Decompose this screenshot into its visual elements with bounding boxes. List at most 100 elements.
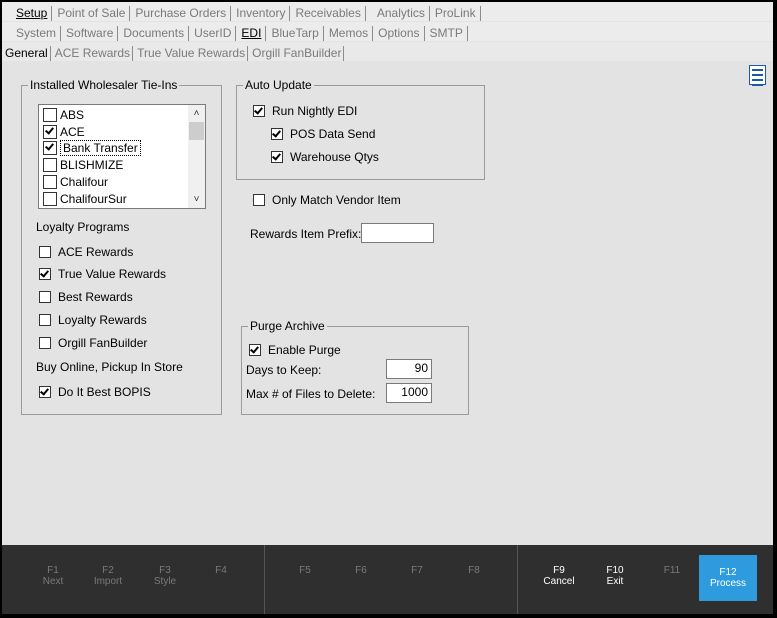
f11-button[interactable]: F11	[652, 565, 692, 576]
list-item-ace[interactable]: ACE	[43, 124, 85, 140]
menu-analytics[interactable]: Analytics	[373, 6, 430, 21]
checkbox-run-nightly-edi[interactable]: Run Nightly EDI	[253, 104, 357, 118]
list-item-chalifoursur[interactable]: ChalifourSur	[43, 191, 127, 207]
wholesaler-group-title: Installed Wholesaler Tie-Ins	[28, 78, 180, 92]
checkbox[interactable]	[271, 151, 283, 163]
checkbox-ace-rewards[interactable]: ACE Rewards	[39, 245, 133, 259]
f12-process-button[interactable]: F12 Process	[699, 555, 757, 601]
checkbox[interactable]	[43, 141, 57, 155]
list-item-bank-transfer[interactable]: Bank Transfer	[43, 140, 141, 156]
f5-key: F5	[299, 565, 311, 576]
menu-setup[interactable]: Setup	[12, 6, 53, 21]
tab-smtp[interactable]: SMTP	[426, 26, 468, 41]
menu-receivables[interactable]: Receivables	[291, 6, 366, 21]
f12-key: F12	[719, 567, 737, 578]
checkbox-best-rewards[interactable]: Best Rewards	[39, 290, 133, 304]
list-item-chalifour[interactable]: Chalifour	[43, 174, 108, 190]
menu-inventory[interactable]: Inventory	[232, 6, 291, 21]
list-item-label: ChalifourSur	[60, 192, 127, 206]
f5-button[interactable]: F5	[285, 565, 325, 576]
tab-options[interactable]: Options	[374, 26, 425, 41]
checkbox[interactable]	[39, 268, 51, 280]
chevron-up-icon[interactable]: ˄	[188, 105, 205, 122]
list-item-blishmize[interactable]: BLISHMIZE	[43, 157, 123, 173]
tab-edi[interactable]: EDI	[237, 26, 267, 41]
menu-purchase-orders[interactable]: Purchase Orders	[131, 6, 232, 21]
f9-cancel-button[interactable]: F9 Cancel	[539, 565, 579, 587]
f6-button[interactable]: F6	[341, 565, 381, 576]
app-window: Setup Point of Sale Purchase Orders Inve…	[1, 1, 774, 615]
menu-prolink[interactable]: ProLink	[431, 6, 481, 21]
f4-key: F4	[215, 565, 227, 576]
days-to-keep-input[interactable]: 90	[386, 359, 432, 379]
f1-label: Next	[42, 576, 64, 587]
tab-bluetarp[interactable]: BlueTarp	[267, 26, 324, 41]
f3-style-button[interactable]: F3 Style	[145, 565, 185, 587]
checkbox[interactable]	[39, 246, 51, 258]
f2-import-button[interactable]: F2 Import	[88, 565, 128, 587]
checkbox[interactable]	[39, 386, 51, 398]
tab-system[interactable]: System	[12, 26, 62, 41]
checkbox-loyalty-rewards[interactable]: Loyalty Rewards	[39, 313, 147, 327]
f3-key: F3	[159, 565, 171, 576]
subtab-general[interactable]: General	[2, 46, 51, 61]
checkbox-only-match-vendor-item[interactable]: Only Match Vendor Item	[253, 193, 401, 207]
main-menu: Setup Point of Sale Purchase Orders Inve…	[2, 2, 773, 21]
checkbox-label: Do It Best BOPIS	[58, 385, 151, 399]
subtab-ace-rewards[interactable]: ACE Rewards	[52, 46, 134, 61]
f11-key: F11	[663, 565, 681, 576]
f8-key: F8	[468, 565, 480, 576]
f4-button[interactable]: F4	[201, 565, 241, 576]
list-item-label: Chalifour	[60, 175, 109, 189]
tab-memos[interactable]: Memos	[325, 26, 374, 41]
checkbox-do-it-best-bopis[interactable]: Do It Best BOPIS	[39, 385, 151, 399]
edi-subtabs: General ACE Rewards True Value Rewards O…	[2, 42, 773, 61]
rewards-prefix-input[interactable]	[361, 223, 434, 243]
list-scrollbar[interactable]: ˄ ˅	[188, 105, 205, 208]
checkbox-warehouse-qtys[interactable]: Warehouse Qtys	[271, 150, 379, 164]
menu-setup-label: Setup	[16, 6, 48, 20]
checkbox[interactable]	[253, 194, 265, 206]
checkbox-label: Enable Purge	[268, 343, 341, 357]
wholesaler-list[interactable]: ABS ACE Bank Transfer BLISHMIZE Chalifou…	[38, 104, 206, 209]
tab-userid[interactable]: UserID	[190, 26, 237, 41]
checkbox[interactable]	[39, 291, 51, 303]
purge-archive-title: Purge Archive	[248, 319, 327, 333]
checkbox[interactable]	[43, 108, 57, 122]
tab-documents[interactable]: Documents	[119, 26, 190, 41]
f9-key: F9	[553, 565, 565, 576]
f8-button[interactable]: F8	[454, 565, 494, 576]
f7-key: F7	[411, 565, 423, 576]
tab-software[interactable]: Software	[62, 26, 119, 41]
f1-next-button[interactable]: F1 Next	[33, 565, 73, 587]
function-key-bar: F1 Next F2 Import F3 Style F4 F5 F6 F7 F8 F…	[2, 545, 773, 614]
max-files-input[interactable]: 1000	[386, 383, 432, 403]
checkbox[interactable]	[271, 128, 283, 140]
list-item-abs[interactable]: ABS	[43, 107, 84, 123]
checkbox[interactable]	[43, 125, 57, 139]
checkbox[interactable]	[43, 175, 57, 189]
f10-exit-button[interactable]: F10 Exit	[595, 565, 635, 587]
checkbox[interactable]	[43, 192, 57, 206]
checkbox[interactable]	[253, 105, 265, 117]
chevron-down-icon[interactable]: ˅	[188, 191, 205, 208]
checkbox-orgill-fanbuilder[interactable]: Orgill FanBuilder	[39, 336, 147, 350]
checkbox[interactable]	[249, 344, 261, 356]
menu-point-of-sale[interactable]: Point of Sale	[53, 6, 131, 21]
checkbox-enable-purge[interactable]: Enable Purge	[249, 343, 341, 357]
scroll-thumb[interactable]	[189, 122, 204, 140]
checkbox[interactable]	[43, 158, 57, 172]
list-item-label: Bank Transfer	[60, 140, 141, 156]
checkbox[interactable]	[39, 314, 51, 326]
f6-key: F6	[355, 565, 367, 576]
f7-button[interactable]: F7	[397, 565, 437, 576]
f2-label: Import	[93, 576, 123, 587]
subtab-true-value-rewards[interactable]: True Value Rewards	[134, 46, 249, 61]
rewards-prefix-label: Rewards Item Prefix:	[250, 227, 362, 241]
checkbox-pos-data-send[interactable]: POS Data Send	[271, 127, 375, 141]
checkbox[interactable]	[39, 337, 51, 349]
checkbox-true-value-rewards[interactable]: True Value Rewards	[39, 267, 166, 281]
subtab-orgill-fanbuilder[interactable]: Orgill FanBuilder	[249, 46, 345, 61]
f2-key: F2	[102, 565, 114, 576]
hamburger-menu-icon[interactable]	[749, 65, 766, 86]
